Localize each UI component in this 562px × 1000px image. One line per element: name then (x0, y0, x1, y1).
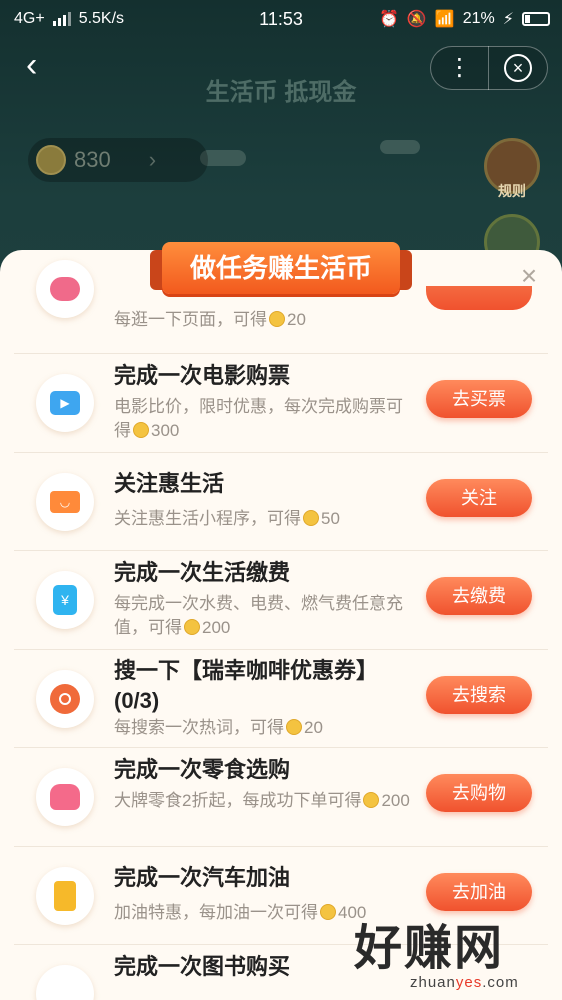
coin-icon (184, 619, 200, 635)
task-desc: 关注惠生活小程序，可得 50 (114, 509, 340, 528)
watermark-logo: 好赚网 (354, 922, 505, 975)
page-title: 生活币 抵现金 (205, 79, 357, 106)
coin-icon (269, 311, 285, 327)
task-item-browse: 每逛一下页面，可得 20 (14, 260, 548, 354)
task-desc: 每逛一下页面，可得 20 (114, 310, 306, 329)
buy-ticket-button[interactable]: 去买票 (426, 380, 532, 418)
coin-icon (303, 510, 319, 526)
battery-icon (522, 12, 550, 26)
watermark-url: zhuanyes.com (410, 974, 519, 991)
task-desc: 每搜索一次热词，可得 20 (114, 718, 323, 737)
shop-button[interactable]: 去购物 (426, 774, 532, 812)
book-icon (36, 965, 94, 1000)
task-title: 关注惠生活 (114, 471, 225, 496)
wifi-icon: 📶 (434, 11, 455, 28)
coin-icon (133, 422, 149, 438)
panel-header: 做任务赚生活币 (150, 242, 412, 302)
cloud-decoration (380, 140, 420, 154)
watermark: 好赚网 zhuanyes.com (354, 908, 554, 998)
browse-icon (36, 260, 94, 318)
rules-button[interactable]: 规则 (484, 138, 540, 199)
coin-icon (363, 792, 380, 808)
task-item-movie: ▶ 完成一次电影购票 电影比价，限时优惠，每次完成购票可得 300 去买票 (14, 354, 548, 453)
coin-balance-value: 830 (74, 147, 111, 172)
search-icon (36, 670, 94, 728)
task-panel: 每逛一下页面，可得 20 ▶ 完成一次电影购票 电影比价，限时优惠，每次完成购票可… (0, 250, 562, 1000)
follow-icon: ◡ (36, 473, 94, 531)
task-desc: 每完成一次水费、电费、燃气费任意充值，可得 200 (114, 594, 403, 637)
coin-icon (36, 145, 66, 175)
task-desc: 电影比价，限时优惠，每次完成购票可得 300 (114, 397, 403, 440)
close-icon[interactable]: × (516, 262, 542, 290)
bill-payment-icon: ¥ (36, 571, 94, 629)
task-desc: 大牌零食2折起，每成功下单可得 200 (114, 791, 410, 810)
silent-icon: 🔕 (406, 11, 427, 28)
task-item-search: 搜一下【瑞幸咖啡优惠券】(0/3) 每搜索一次热词，可得 20 去搜索 (14, 650, 548, 748)
alarm-icon: ⏰ (378, 11, 399, 28)
coin-balance[interactable]: 830 › (28, 138, 208, 182)
rules-label: 规则 (498, 183, 526, 199)
coin-icon (320, 904, 336, 920)
coin-icon (286, 719, 302, 735)
task-title: 完成一次生活缴费 (114, 560, 291, 585)
task-title: 完成一次零食选购 (114, 757, 291, 782)
fuel-pump-icon (36, 867, 94, 925)
movie-ticket-icon: ▶ (36, 374, 94, 432)
task-title: 完成一次电影购票 (114, 363, 291, 388)
search-button[interactable]: 去搜索 (426, 676, 532, 714)
status-bar: 4G+ 5.5K/s 11:53 ⏰ 🔕 📶 21% ⚡ (0, 0, 562, 38)
snack-bag-icon (36, 768, 94, 826)
task-item-snacks: 完成一次零食选购 大牌零食2折起，每成功下单可得 200 去购物 (14, 748, 548, 847)
task-item-utilities: ¥ 完成一次生活缴费 每完成一次水费、电费、燃气费任意充值，可得 200 去缴费 (14, 551, 548, 650)
follow-button[interactable]: 关注 (426, 479, 532, 517)
task-item-follow: ◡ 关注惠生活 关注惠生活小程序，可得 50 关注 (14, 453, 548, 551)
pay-bill-button[interactable]: 去缴费 (426, 577, 532, 615)
refuel-button[interactable]: 去加油 (426, 873, 532, 911)
panel-title: 做任务赚生活币 (162, 242, 400, 294)
battery-percent: 21% (462, 10, 495, 27)
charging-icon: ⚡ (502, 11, 514, 28)
chevron-right-icon: › (148, 147, 157, 172)
task-title: 搜一下【瑞幸咖啡优惠券】(0/3) (114, 658, 379, 713)
task-title: 完成一次汽车加油 (114, 865, 291, 890)
